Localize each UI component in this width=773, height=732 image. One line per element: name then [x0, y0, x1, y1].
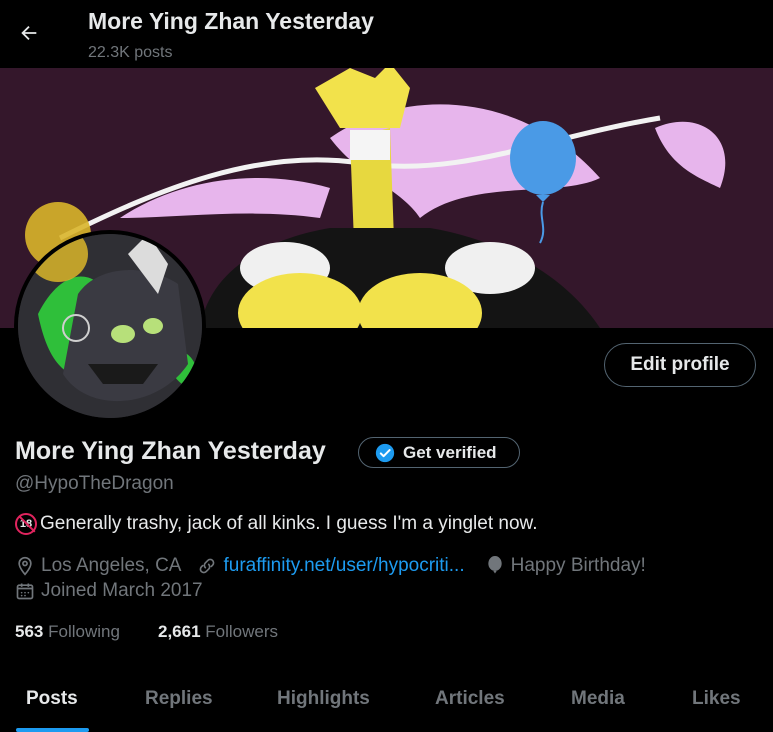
avatar-artwork: [18, 234, 202, 418]
following-label: Following: [48, 622, 120, 641]
calendar-icon: [15, 581, 35, 601]
bio: 18 Generally trashy, jack of all kinks. …: [15, 513, 538, 535]
followers-label: Followers: [205, 622, 279, 641]
profile-avatar[interactable]: [14, 230, 206, 422]
tab-likes[interactable]: Likes: [692, 688, 741, 710]
tab-highlights[interactable]: Highlights: [277, 688, 370, 710]
back-button[interactable]: [14, 18, 44, 48]
arrow-left-icon: [21, 25, 37, 41]
joined-row: Joined March 2017: [15, 580, 203, 602]
followers-count: 2,661: [158, 622, 201, 641]
adult-18-icon: 18: [15, 513, 37, 535]
following-link[interactable]: 563 Following: [15, 622, 120, 642]
edit-profile-button[interactable]: Edit profile: [604, 343, 756, 387]
location-text: Los Angeles, CA: [41, 555, 182, 576]
birthday-text: Happy Birthday!: [510, 555, 646, 576]
profile-tabs: Posts Replies Highlights Articles Media …: [0, 676, 773, 732]
location-pin-icon: [15, 556, 35, 576]
active-tab-indicator: [16, 728, 89, 732]
link-icon: [197, 556, 217, 576]
user-handle: @HypoTheDragon: [15, 473, 174, 494]
tab-media[interactable]: Media: [571, 688, 625, 710]
page-title: More Ying Zhan Yesterday: [88, 8, 374, 34]
profile-meta-row: Los Angeles, CA furaffinity.net/user/hyp…: [15, 555, 646, 577]
post-count: 22.3K posts: [88, 44, 173, 61]
display-name: More Ying Zhan Yesterday: [15, 437, 326, 465]
get-verified-label: Get verified: [403, 442, 497, 462]
tab-replies[interactable]: Replies: [145, 688, 213, 710]
website-link[interactable]: furaffinity.net/user/hypocriti...: [223, 555, 464, 577]
bio-text: Generally trashy, jack of all kinks. I g…: [40, 513, 538, 534]
followers-link[interactable]: 2,661 Followers: [158, 622, 278, 642]
tab-articles[interactable]: Articles: [435, 688, 505, 710]
verified-badge-icon: [375, 443, 395, 462]
joined-text: Joined March 2017: [41, 580, 203, 601]
get-verified-button[interactable]: Get verified: [358, 437, 520, 468]
following-count: 563: [15, 622, 44, 641]
top-bar: More Ying Zhan Yesterday 22.3K posts: [0, 0, 773, 68]
balloon-icon: [485, 555, 505, 577]
tab-posts[interactable]: Posts: [26, 688, 78, 710]
